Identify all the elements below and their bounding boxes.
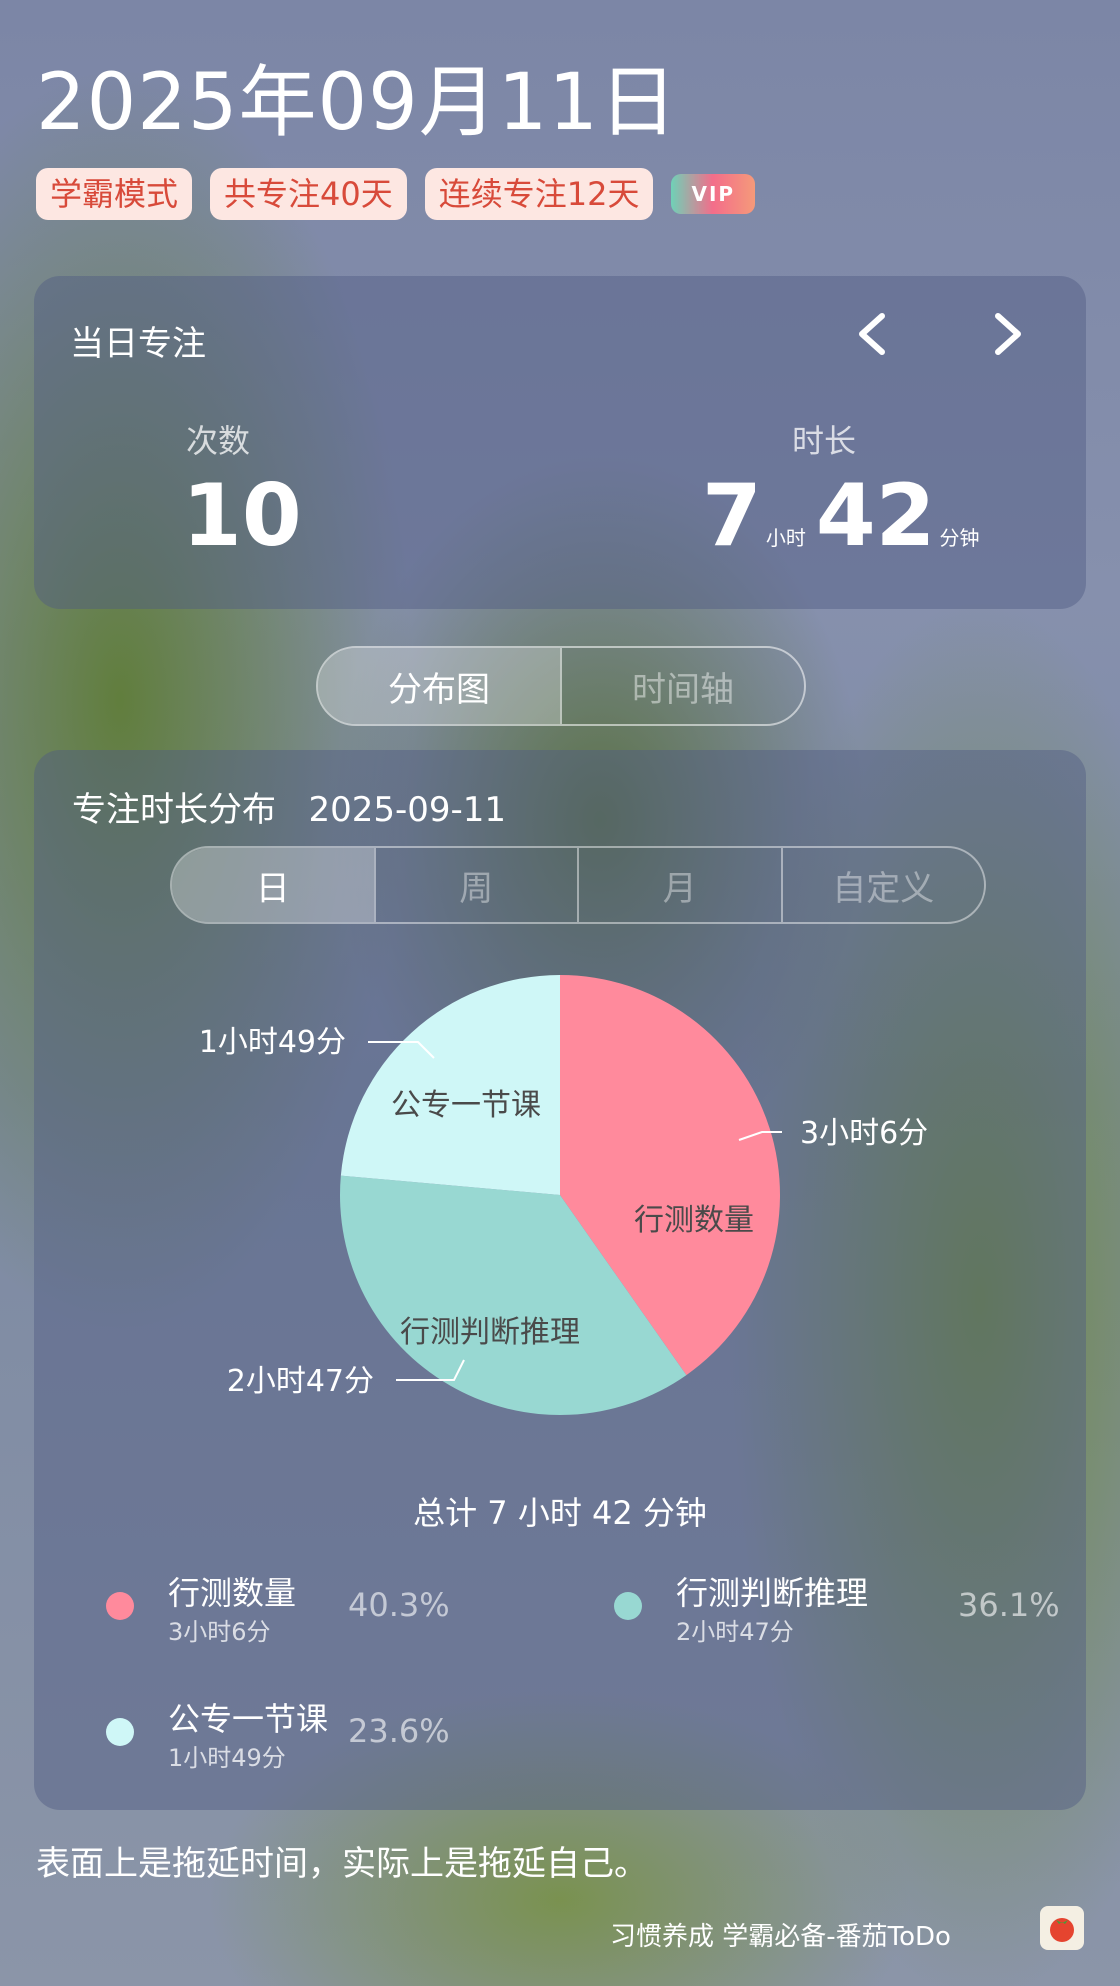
- hours-unit: 小时: [765, 526, 806, 550]
- legend-dot-2: [106, 1718, 134, 1746]
- legend-name-2: 公专一节课: [168, 1700, 329, 1738]
- footer-text: 习惯养成 学霸必备-番茄ToDo: [610, 1922, 951, 1952]
- pie-chart: 行测数量行测判断推理 公专一节课 3小时6分 2小时47分 1小时49分: [199, 975, 928, 1415]
- chevron-right-icon: [995, 313, 1021, 355]
- callout-label-1: 2小时47分: [227, 1364, 374, 1399]
- vip-badge[interactable]: VIP: [671, 174, 756, 214]
- count-value: 10: [182, 466, 302, 566]
- motivational-quote: 表面上是拖延时间，实际上是拖延自己。: [36, 1844, 648, 1884]
- chevron-left-icon: [859, 313, 885, 355]
- pie-label-1: 行测判断推理: [400, 1315, 580, 1350]
- duration-hours: 7: [702, 466, 762, 566]
- legend-percent-0: 40.3%: [348, 1586, 450, 1624]
- badge-total-days: 共专注40天: [210, 168, 407, 220]
- duration-minutes: 42: [815, 466, 936, 566]
- badge-row: 学霸模式 共专注40天 连续专注12天 VIP: [36, 168, 756, 220]
- duration-label: 时长: [792, 422, 857, 460]
- legend-name-1: 行测判断推理: [676, 1574, 869, 1612]
- prev-day-button[interactable]: [854, 310, 890, 366]
- legend-percent-1: 36.1%: [958, 1586, 1060, 1624]
- minutes-unit: 分钟: [939, 526, 980, 550]
- legend-name-0: 行测数量: [168, 1574, 297, 1612]
- duration-value: 7 小时 42 分钟: [702, 466, 990, 566]
- badge-streak: 连续专注12天: [424, 168, 654, 220]
- daily-focus-title: 当日专注: [70, 324, 206, 364]
- distribution-card: 专注时长分布 2025-09-11 日 周 月 自定义 行测数量 行测判断推理 公专…: [34, 750, 1086, 1810]
- legend-percent-2: 23.6%: [348, 1712, 450, 1750]
- legend-duration-2: 1小时49分: [168, 1744, 286, 1772]
- view-toggle: 分布图 时间轴: [316, 646, 806, 726]
- callout-label-2: 1小时49分: [199, 1025, 346, 1060]
- pie-label-2: 公专一节课: [391, 1088, 541, 1123]
- pie-label-0: 行测数量: [634, 1203, 754, 1238]
- tab-timeline[interactable]: 时间轴: [560, 648, 804, 724]
- badge-mode: 学霸模式: [36, 168, 193, 220]
- app-logo: [1040, 1906, 1084, 1950]
- date-title: 2025年09月11日: [36, 58, 679, 148]
- legend-dot-0: [106, 1592, 134, 1620]
- legend-duration-1: 2小时47分: [676, 1618, 794, 1646]
- tab-distribution[interactable]: 分布图: [318, 648, 560, 724]
- next-day-button[interactable]: [990, 310, 1026, 366]
- legend-dot-1: [614, 1592, 642, 1620]
- legend-duration-0: 3小时6分: [168, 1618, 271, 1646]
- daily-focus-card: 当日专注 次数 10 时长 7 小时 42 分钟: [34, 276, 1086, 609]
- callout-label-0: 3小时6分: [800, 1116, 928, 1151]
- pie-slice-2[interactable]: [340, 975, 560, 1195]
- count-label: 次数: [186, 422, 251, 460]
- total-duration: 总计 7 小时 42 分钟: [413, 1494, 707, 1532]
- tomato-icon: [1050, 1918, 1074, 1942]
